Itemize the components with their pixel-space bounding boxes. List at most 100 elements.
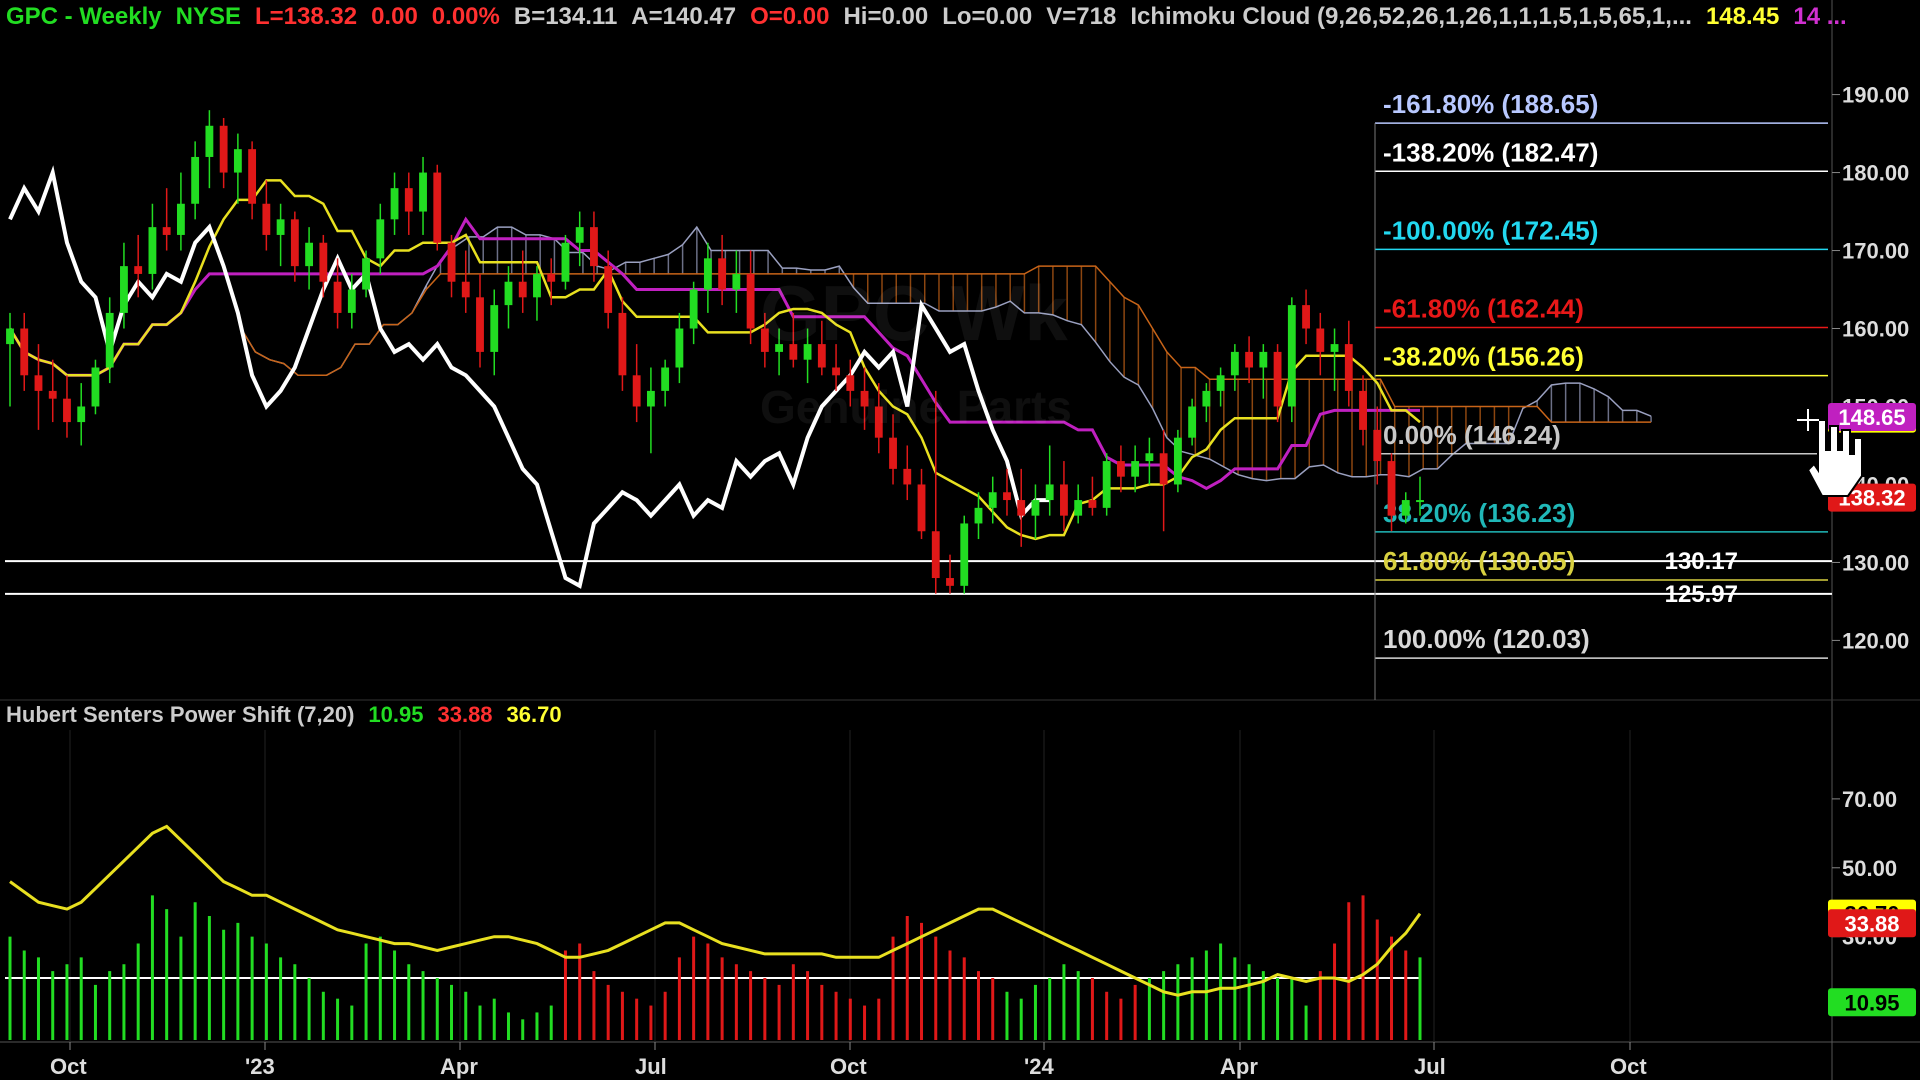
fib-level-label: -138.20% (182.47) (1383, 137, 1598, 167)
candle-body (490, 305, 499, 352)
candle-body (575, 227, 584, 243)
horizontal-level-label: 125.97 (1665, 581, 1738, 608)
candle-body (1017, 500, 1026, 516)
watermark-symbol: GPC Wk (760, 269, 1068, 357)
osc-y-tick-label: 50.00 (1842, 856, 1897, 881)
candle-body (362, 258, 370, 290)
subpanel-header: Hubert Senters Power Shift (7,20) 10.95 33… (6, 700, 576, 730)
candle-body (931, 531, 940, 579)
candle-body (732, 273, 741, 290)
candle-body (1173, 437, 1182, 485)
candle-body (248, 149, 257, 204)
x-tick-label: Oct (50, 1054, 87, 1079)
fib-level-label: 38.20% (136.23) (1383, 498, 1575, 528)
study-value-1: 148.45 (1705, 3, 1780, 30)
candle-body (319, 242, 328, 282)
candle-body (974, 507, 983, 524)
candle-body (447, 242, 456, 282)
candle-body (1373, 429, 1382, 462)
osc-value-tag-label: 10.95 (1844, 990, 1899, 1015)
candle-body (832, 367, 840, 376)
price-chart[interactable]: 120.00130.00140.00150.00160.00170.00180.… (0, 0, 1920, 1080)
candle-body (433, 172, 442, 243)
candle-body (561, 242, 570, 282)
chart-header: GPC - Weekly NYSE L=138.32 0.00 0.00% B=134.1… (6, 2, 1861, 32)
candle-body (1074, 500, 1083, 516)
candle-body (1102, 461, 1111, 508)
candle-body (1116, 461, 1125, 477)
candle-body (290, 219, 299, 267)
price-tag-label: 148.65 (1838, 405, 1905, 430)
candle-body (305, 242, 314, 267)
candle-body (504, 281, 513, 306)
change-percent: 0.00% (431, 3, 500, 30)
candle-body (191, 156, 200, 204)
candle-body (1316, 328, 1325, 352)
symbol-label[interactable]: GPC - Weekly (6, 3, 162, 30)
x-tick-label: '24 (1024, 1054, 1054, 1079)
price-y-tick-label: 160.00 (1842, 317, 1909, 342)
candle-body (333, 281, 342, 313)
candle-body (1330, 344, 1339, 352)
candle-body (1131, 461, 1140, 477)
candle-body (1230, 351, 1239, 376)
x-tick-label: Oct (830, 1054, 867, 1079)
candle-body (1031, 500, 1040, 516)
candle-body (632, 375, 641, 407)
fib-level-label: 100.00% (120.03) (1383, 624, 1590, 654)
subpanel-title[interactable]: Hubert Senters Power Shift (7,20) (6, 702, 354, 727)
candle-body (1259, 351, 1268, 368)
candle-body (746, 273, 755, 329)
volume-value: V=718 (1046, 3, 1117, 30)
fib-level-label: 61.80% (130.05) (1383, 546, 1575, 576)
fib-level-label: -38.20% (156.26) (1383, 342, 1584, 372)
candle-body (533, 273, 541, 298)
candle-body (347, 289, 356, 313)
candle-body (148, 227, 157, 274)
candle-body (1245, 351, 1254, 368)
candle-body (162, 227, 171, 235)
candle-body (34, 375, 43, 391)
price-y-tick-label: 130.00 (1842, 550, 1909, 575)
candle-body (960, 523, 969, 586)
horizontal-level-label: 130.17 (1665, 548, 1738, 575)
candle-body (77, 406, 86, 423)
candle-body (604, 266, 613, 313)
x-tick-label: Oct (1610, 1054, 1647, 1079)
candle-body (105, 312, 114, 368)
candle-body (419, 172, 427, 212)
candle-body (1159, 453, 1168, 485)
study-label[interactable]: Ichimoku Cloud (9,26,52,26,1,26,1,1,1,5,… (1130, 3, 1692, 30)
candle-body (48, 390, 57, 399)
watermark-company: Genuine Parts (760, 381, 1072, 433)
candle-body (1202, 390, 1211, 407)
candle-body (718, 258, 727, 290)
candle-body (903, 468, 912, 485)
candle-body (689, 289, 698, 329)
low-value: Lo=0.00 (942, 3, 1033, 30)
candle-body (276, 219, 285, 235)
candle-body (1416, 500, 1424, 503)
bid-value: B=134.11 (513, 3, 618, 30)
study-value-2: 14 ... (1793, 3, 1847, 30)
candle-body (1003, 492, 1011, 501)
candle-body (20, 328, 29, 376)
candle-body (376, 219, 385, 259)
candle-body (1401, 500, 1410, 516)
candle-body (390, 188, 399, 220)
candle-body (889, 437, 897, 469)
candle-body (6, 328, 14, 345)
price-y-tick-label: 180.00 (1842, 161, 1909, 186)
candle-body (590, 227, 598, 267)
candle-body (1287, 305, 1296, 407)
subpanel-value-2: 33.88 (437, 702, 493, 727)
osc-signal-line (9, 824, 1422, 997)
subpanel-value-1: 10.95 (368, 702, 424, 727)
candle-body (1387, 461, 1396, 516)
price-y-tick-label: 120.00 (1842, 628, 1909, 653)
high-value: Hi=0.00 (843, 3, 929, 30)
x-tick-label: Apr (1220, 1054, 1258, 1079)
candle-body (703, 258, 712, 290)
candle-body (233, 149, 242, 173)
fib-level-label: -161.80% (188.65) (1383, 89, 1598, 119)
